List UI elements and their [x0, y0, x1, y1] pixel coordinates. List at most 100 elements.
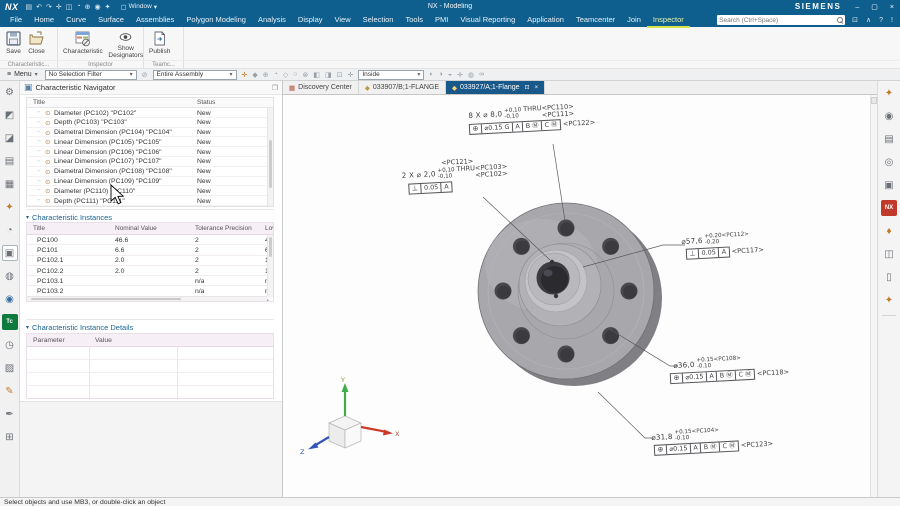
- menu-item-display[interactable]: Display: [292, 12, 329, 28]
- menu-item-file[interactable]: File: [4, 12, 28, 28]
- navigator-row[interactable]: ╌⊙Linear Dimension (PC105) "PC105"New: [27, 137, 273, 147]
- menu-item-assemblies[interactable]: Assemblies: [130, 12, 180, 28]
- menu-item-polygon-modeling[interactable]: Polygon Modeling: [180, 12, 252, 28]
- qat-icon[interactable]: ▤: [26, 3, 33, 11]
- toolbar-icon[interactable]: ◔: [273, 71, 279, 79]
- navigator-row[interactable]: ╌⊙Depth (PC111) "PC111"New: [27, 196, 273, 206]
- doc-tab-033927-a-1-flange[interactable]: ◆033927/A;1-Flange⊡×: [446, 81, 545, 94]
- flange-model[interactable]: Y X Z: [283, 95, 877, 497]
- menu-item-application[interactable]: Application: [521, 12, 570, 28]
- qat-icon[interactable]: ↷: [46, 3, 52, 11]
- menu-item-surface[interactable]: Surface: [92, 12, 130, 28]
- navigator-scrollbar[interactable]: [267, 108, 273, 206]
- publish-button[interactable]: Publish: [146, 28, 173, 59]
- characteristic-button[interactable]: Characteristic: [60, 28, 106, 59]
- qat-icon[interactable]: ◫: [66, 3, 73, 11]
- menu-item-pmi[interactable]: PMI: [429, 12, 454, 28]
- display-mode-icon[interactable]: ◉: [881, 108, 897, 124]
- navigator-row[interactable]: ╌⊙Linear Dimension (PC107) "PC107"New: [27, 157, 273, 167]
- undock-icon[interactable]: ❐: [272, 84, 278, 92]
- close-button[interactable]: Close: [25, 28, 48, 59]
- section-view-icon[interactable]: ◫: [881, 246, 897, 262]
- document-icon[interactable]: ▯: [881, 269, 897, 285]
- menu-item-view[interactable]: View: [329, 12, 357, 28]
- toolbar-icon[interactable]: ◧: [312, 71, 321, 79]
- collapse-ribbon-icon[interactable]: ∧: [863, 16, 874, 24]
- details-row[interactable]: [27, 386, 273, 399]
- toolbar-icon[interactable]: ◇: [282, 71, 289, 79]
- materials-icon[interactable]: ◍: [2, 268, 18, 284]
- toolbar-icon[interactable]: ✛: [241, 71, 249, 79]
- graphics-scrollbar[interactable]: [870, 95, 877, 497]
- menu-item-curve[interactable]: Curve: [60, 12, 92, 28]
- notes-icon[interactable]: ✒: [2, 406, 18, 422]
- show-designators-button[interactable]: Show Designators: [106, 28, 146, 59]
- reuse-library-icon[interactable]: ✦: [2, 199, 18, 215]
- section-characteristic-instances[interactable]: ▾ Characteristic Instances: [26, 209, 274, 222]
- qat-icon[interactable]: ⊕: [85, 3, 91, 11]
- menu-item-selection[interactable]: Selection: [357, 12, 400, 28]
- toolbar-icon[interactable]: ◆: [251, 71, 258, 79]
- favorites-icon[interactable]: ✦: [881, 292, 897, 308]
- image-capture-icon[interactable]: ▨: [2, 360, 18, 376]
- pmi-annotation-dia-57[interactable]: ⌀57,6 +0.20<PC112>-0.20 ⊥0.05A <PC117>: [681, 231, 764, 260]
- stamp-icon[interactable]: ♦: [881, 223, 897, 239]
- teamcenter-icon[interactable]: Tc: [2, 314, 18, 330]
- roles-icon[interactable]: ◩: [2, 107, 18, 123]
- navigator-row[interactable]: ╌⊙Diametral Dimension (PC108) "PC108"New: [27, 167, 273, 177]
- details-row[interactable]: [27, 373, 273, 386]
- instance-row[interactable]: PC103.1n/an: [27, 276, 273, 286]
- search-icon[interactable]: [837, 17, 843, 23]
- web-browser-icon[interactable]: ◉: [2, 291, 18, 307]
- qat-icon[interactable]: ✛: [56, 3, 62, 11]
- group-label-characteristic[interactable]: Characteristic...: [0, 61, 58, 68]
- graphics-canvas[interactable]: Y X Z 8 X ⌀ 8,0 +0,10-0,10 THRU<PC110><P…: [283, 95, 877, 497]
- menu-item-join[interactable]: Join: [621, 12, 647, 28]
- instance-row[interactable]: PC102.22.021: [27, 266, 273, 276]
- save-button[interactable]: Save: [2, 28, 25, 59]
- navigator-row[interactable]: ╌⊙Depth (PC103) "PC103"New: [27, 118, 273, 128]
- history-icon[interactable]: ◔: [2, 222, 18, 238]
- assembly-navigator-icon[interactable]: ▦: [2, 176, 18, 192]
- alert-icon[interactable]: !: [888, 17, 896, 24]
- pmi-annotation-2x-hole[interactable]: <PC121> 2 X ⌀ 2,0 +0,10-0,10 THRU<PC103>…: [401, 155, 508, 194]
- restore-button[interactable]: ▢: [865, 4, 884, 11]
- window-menu[interactable]: ▢ Window ▾: [120, 3, 157, 11]
- fullscreen-icon[interactable]: ⊡: [849, 16, 861, 24]
- doc-tab-discovery-center[interactable]: ▦Discovery Center: [283, 81, 359, 94]
- qat-icon[interactable]: ✦: [105, 3, 111, 11]
- selection-scope-combo[interactable]: Entire Assembly ▾: [153, 70, 237, 80]
- menu-item-analysis[interactable]: Analysis: [252, 12, 292, 28]
- toolbar-icon[interactable]: ⊗: [302, 71, 310, 79]
- toolbar-icon[interactable]: ○: [292, 71, 298, 79]
- collapse-icon[interactable]: ▾: [26, 214, 29, 221]
- menu-item-home[interactable]: Home: [28, 12, 60, 28]
- details-row[interactable]: [27, 360, 273, 373]
- characteristic-navigator-icon[interactable]: ▣: [2, 245, 18, 261]
- pin-icon[interactable]: ⊡: [523, 84, 530, 91]
- settings-icon[interactable]: ⚙: [2, 84, 18, 100]
- details-row[interactable]: [27, 347, 273, 360]
- qat-icon[interactable]: ↶: [36, 3, 42, 11]
- inside-combo[interactable]: Inside ▾: [358, 70, 424, 80]
- toolbar-icon[interactable]: ◒: [447, 71, 453, 79]
- menu-button[interactable]: ≡ Menu ▾: [4, 71, 41, 78]
- instances-hscrollbar[interactable]: [27, 296, 267, 301]
- group-label-teamcenter[interactable]: Teamc...: [144, 61, 184, 68]
- toolbar-icon[interactable]: ∞: [478, 71, 485, 79]
- characteristic-tool-icon[interactable]: ▣: [881, 177, 897, 193]
- instance-row[interactable]: PC1016.626: [27, 245, 273, 255]
- navigator-row[interactable]: ╌⊙Linear Dimension (PC109) "PC109"New: [27, 177, 273, 187]
- part-family-icon[interactable]: ◪: [2, 130, 18, 146]
- menu-item-inspector[interactable]: Inspector: [647, 12, 690, 28]
- toolbar-icon[interactable]: ⊕: [262, 71, 270, 79]
- process-studio-icon[interactable]: ◷: [2, 337, 18, 353]
- solid-body-icon[interactable]: ◎: [881, 154, 897, 170]
- menu-item-teamcenter[interactable]: Teamcenter: [570, 12, 621, 28]
- qat-icon[interactable]: ◔: [76, 3, 80, 10]
- nx-home-icon[interactable]: NX: [881, 200, 897, 216]
- toolbar-icon[interactable]: ⊡: [336, 71, 344, 79]
- instance-row[interactable]: PC102.12.021: [27, 256, 273, 266]
- qat-icon[interactable]: ◉: [95, 3, 101, 11]
- section-instance-details[interactable]: ▾ Characteristic Instance Details: [26, 319, 274, 332]
